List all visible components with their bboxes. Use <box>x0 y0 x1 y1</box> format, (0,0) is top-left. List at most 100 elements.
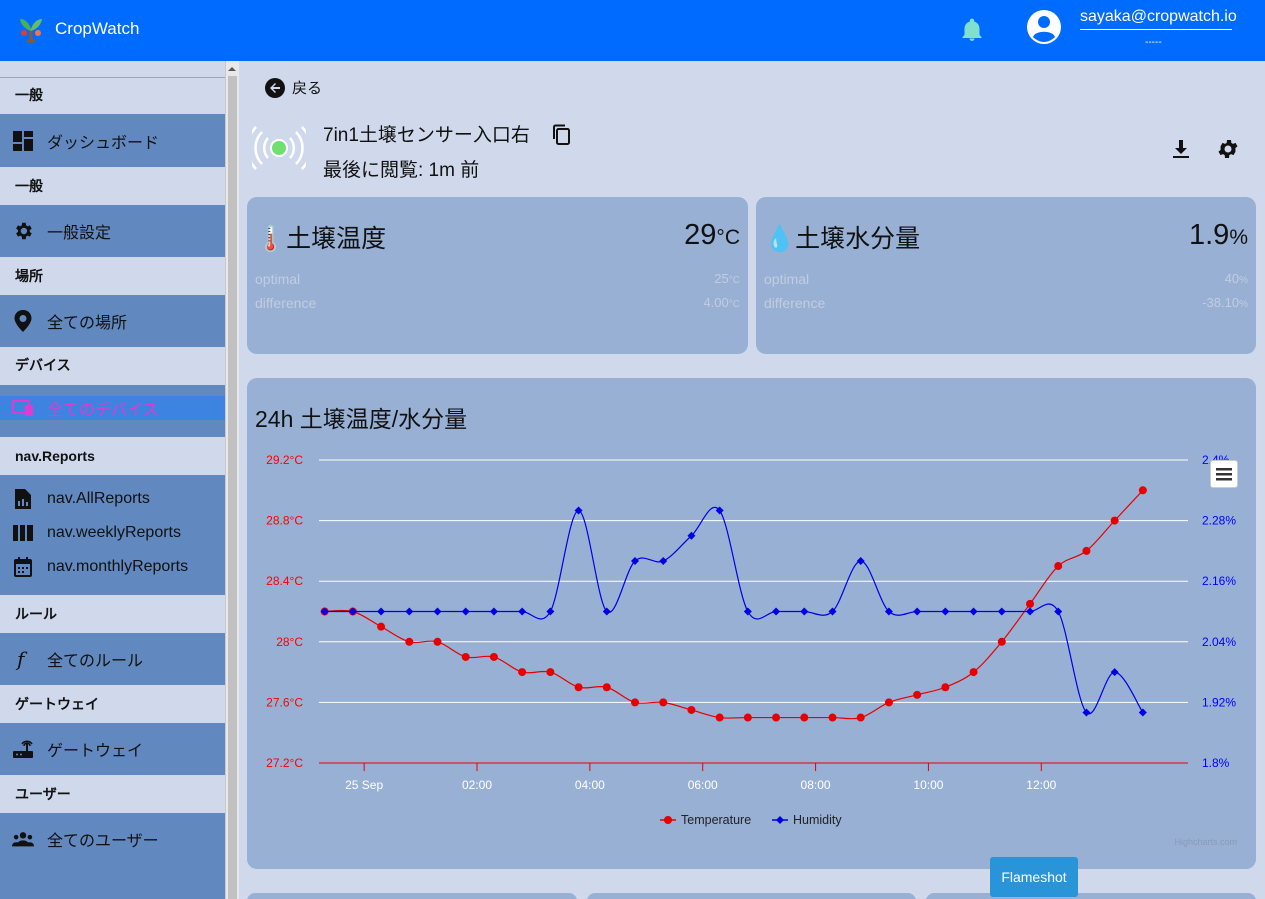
temperature-point <box>687 705 696 714</box>
bell-icon[interactable] <box>960 17 984 43</box>
humidity-point <box>377 607 386 616</box>
card-value: 29°C <box>684 219 740 251</box>
sidebar-item-all-locations[interactable]: 全ての場所 <box>0 295 225 347</box>
temperature-point <box>715 713 724 722</box>
calendar-icon <box>12 556 34 578</box>
sidebar-item-general-settings[interactable]: 一般設定 <box>0 205 225 257</box>
user-email[interactable]: sayaka@cropwatch.io <box>1080 8 1237 30</box>
chart-menu-button[interactable] <box>1210 460 1238 488</box>
x-tick-label: 25 Sep <box>345 778 383 792</box>
humidity-point <box>461 607 470 616</box>
last-seen-text: 最後に閲覧: 1m 前 <box>323 160 480 181</box>
card-row-optimal: optimal 40% <box>764 271 1248 287</box>
temperature-point <box>631 698 639 707</box>
dashboard-icon <box>12 130 34 152</box>
card-title: 💧土壌水分量 <box>764 225 921 253</box>
humidity-point <box>743 607 752 616</box>
temperature-point <box>1026 599 1034 608</box>
sidebar-section-rules: ルール <box>0 596 225 632</box>
humidity-point <box>602 607 611 616</box>
humidity-point <box>659 557 668 565</box>
x-tick-label: 04:00 <box>575 778 605 792</box>
temperature-point <box>659 698 668 707</box>
y-right-tick-label: 1.92% <box>1202 695 1236 709</box>
card-value: 1.9% <box>1188 219 1248 251</box>
sidebar-item-all-rules[interactable]: f 全てのルール <box>0 633 225 685</box>
back-label: 戻る <box>292 80 323 97</box>
humidity-point <box>489 607 498 616</box>
account-avatar-icon[interactable] <box>1026 9 1062 45</box>
x-tick-label: 08:00 <box>801 778 831 792</box>
week-columns-icon <box>12 522 34 544</box>
soil-temperature-card: 🌡️土壌温度 29°C optimal 25°C difference 4.00°C <box>247 197 748 354</box>
sidebar-item-all-devices-row[interactable]: 全てのデバイス <box>0 396 225 420</box>
x-tick-label: 12:00 <box>1026 778 1056 792</box>
water-drop-icon: 💧 <box>764 225 796 253</box>
soil-moisture-card: 💧土壌水分量 1.9% optimal 40% difference -38.10% <box>756 197 1256 354</box>
y-left-tick-label: 28.4°C <box>266 574 303 588</box>
y-left-tick-label: 28°C <box>276 635 303 649</box>
sidebar-item-gateways[interactable]: ゲートウェイ <box>0 723 225 775</box>
thermometer-icon: 🌡️ <box>255 225 287 253</box>
sidebar-item-weekly-reports[interactable]: nav.weeklyReports <box>0 521 225 545</box>
bottom-card <box>247 893 577 899</box>
download-icon[interactable] <box>1170 138 1192 160</box>
sidebar-scrollbar-thumb[interactable] <box>228 76 237 899</box>
device-signal-status-icon <box>252 126 306 170</box>
temperature-point <box>602 683 611 692</box>
sidebar-item-label: 全てのルール <box>47 653 144 670</box>
router-icon <box>12 738 34 760</box>
user-subtitle: ----- <box>1145 37 1162 48</box>
sidebar-item-label: 一般設定 <box>47 225 112 242</box>
temperature-point <box>828 713 837 722</box>
app-title[interactable]: CropWatch <box>55 19 139 39</box>
sidebar-item-all-reports[interactable]: nav.AllReports <box>0 487 225 511</box>
bottom-card <box>926 893 1256 899</box>
sidebar-item-label: 全ての場所 <box>47 315 128 332</box>
sidebar-item-label: nav.weeklyReports <box>47 524 181 541</box>
hamburger-menu-icon <box>1216 468 1232 481</box>
x-tick-label: 10:00 <box>913 778 943 792</box>
humidity-point <box>997 607 1006 616</box>
map-pin-icon <box>12 310 34 332</box>
sidebar-item-dashboard[interactable]: ダッシュボード <box>0 114 225 167</box>
svg-text:f: f <box>15 648 28 670</box>
card-row-difference: difference -38.10% <box>764 295 1248 311</box>
temperature-point <box>941 683 950 692</box>
sidebar-section-users: ユーザー <box>0 776 225 812</box>
sidebar-item-all-users[interactable]: 全てのユーザー <box>0 813 225 865</box>
temperature-point <box>1082 546 1091 555</box>
humidity-point <box>1138 708 1147 717</box>
temperature-point <box>1110 516 1119 525</box>
cropwatch-logo-icon[interactable] <box>15 13 47 45</box>
devices-icon <box>12 397 34 419</box>
temperature-point <box>489 652 498 661</box>
temperature-point <box>377 622 386 631</box>
humidity-point <box>405 607 414 616</box>
sidebar-section-gateways: ゲートウェイ <box>0 686 225 722</box>
card-row-optimal: optimal 25°C <box>255 271 740 287</box>
humidity-point <box>433 607 442 616</box>
flameshot-button[interactable]: Flameshot <box>990 857 1078 897</box>
humidity-series-line <box>324 507 1144 715</box>
temperature-point <box>574 683 583 692</box>
y-left-tick-label: 28.8°C <box>266 514 303 528</box>
scroll-up-arrow-icon[interactable] <box>227 64 237 74</box>
temperature-point <box>1054 562 1063 571</box>
humidity-point <box>856 557 865 565</box>
temperature-point <box>743 713 752 722</box>
report-file-icon <box>12 488 34 510</box>
sidebar-item-label: 全てのデバイス <box>47 402 159 419</box>
humidity-point <box>969 607 978 616</box>
back-button[interactable]: 戻る <box>265 77 322 98</box>
copy-icon[interactable] <box>552 124 572 146</box>
temperature-point <box>913 690 922 699</box>
sidebar-section-general: 一般 <box>0 79 225 114</box>
chart-card: 24h 土壌温度/水分量 27.2°C 1.8% 27.6°C 1.92% 28°C 2.… <box>247 378 1256 869</box>
sidebar-item-monthly-reports[interactable]: nav.monthlyReports <box>0 555 225 579</box>
chart-svg: 27.2°C 1.8% 27.6°C 1.92% 28°C 2.04% 28.4°C 2.16… <box>266 453 1237 847</box>
temperature-point <box>856 713 865 722</box>
gear-icon[interactable] <box>1216 137 1240 161</box>
y-right-tick-label: 1.8% <box>1202 756 1230 770</box>
temperature-point <box>772 713 781 722</box>
